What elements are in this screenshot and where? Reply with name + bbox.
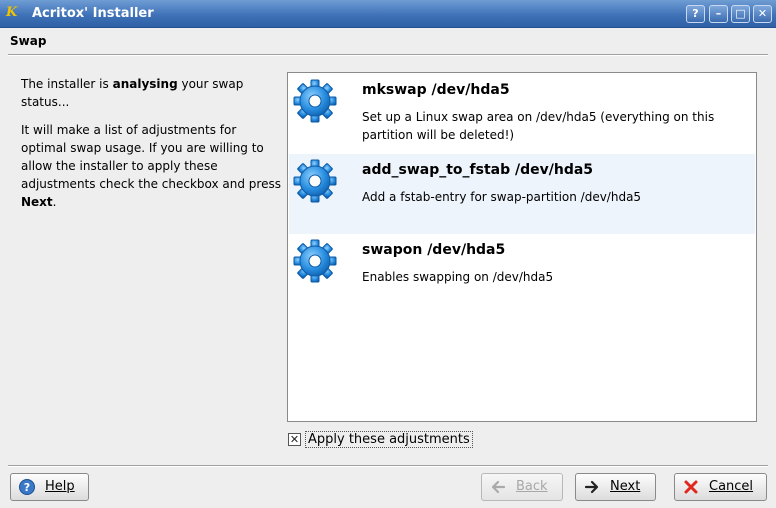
apply-adjustments-checkbox[interactable]: ✕ [288,433,301,446]
minimize-button[interactable]: – [709,5,728,23]
adjustment-detail: Add a fstab-entry for swap-partition /de… [362,190,642,204]
window-title: Acritox' Installer [32,6,154,21]
apply-adjustments-label[interactable]: Apply these adjustments [305,431,473,448]
arrow-right-icon [584,480,599,494]
maximize-button[interactable]: □ [731,5,750,23]
footer-divider [8,465,768,467]
help-title-button[interactable]: ? [686,5,705,23]
help-button[interactable]: ? Help [10,473,89,501]
adjustment-name: add_swap_to_fstab /dev/hda5 [362,162,594,178]
list-item[interactable]: swapon /dev/hda5 Enables swapping on /de… [289,234,755,314]
instructions-text-bold: Next [21,195,53,209]
adjustment-name: mkswap /dev/hda5 [362,82,510,98]
arrow-left-icon [491,480,506,494]
back-button[interactable]: Back [481,473,563,501]
gear-icon [293,79,337,123]
back-button-label: Back [516,479,548,494]
description-panel: The installer is analysing your swap sta… [21,75,281,221]
title-bar: K Acritox' Installer ? – □ ✕ [0,0,776,28]
adjustment-detail: Enables swapping on /dev/hda5 [362,270,554,284]
status-text-bold: analysing [112,77,178,91]
instructions-text-post: . [52,195,57,209]
svg-text:?: ? [24,481,30,494]
cancel-icon [684,480,698,494]
gear-icon [293,159,337,203]
close-button[interactable]: ✕ [753,5,772,23]
adjustments-list[interactable]: mkswap /dev/hda5 Set up a Linux swap are… [287,72,757,422]
header-divider [8,54,768,56]
status-text: The installer is analysing your swap sta… [21,75,281,111]
adjustment-name: swapon /dev/hda5 [362,242,506,258]
next-button-label: Next [610,479,641,494]
instructions-text-pre: It will make a list of adjustments for o… [21,123,281,191]
cancel-button-label: Cancel [709,479,754,494]
help-icon: ? [19,479,35,495]
adjustment-detail: Set up a Linux swap area on /dev/hda5 (e… [362,110,715,142]
cancel-button[interactable]: Cancel [674,473,767,501]
app-icon: K [6,5,18,20]
next-button[interactable]: Next [575,473,656,501]
page-title: Swap [10,34,47,48]
help-button-label: Help [45,479,75,494]
gear-icon [293,239,337,283]
list-item[interactable]: add_swap_to_fstab /dev/hda5 Add a fstab-… [289,154,755,234]
status-text-pre: The installer is [21,77,113,91]
instructions-text: It will make a list of adjustments for o… [21,121,281,211]
list-item[interactable]: mkswap /dev/hda5 Set up a Linux swap are… [289,74,755,154]
